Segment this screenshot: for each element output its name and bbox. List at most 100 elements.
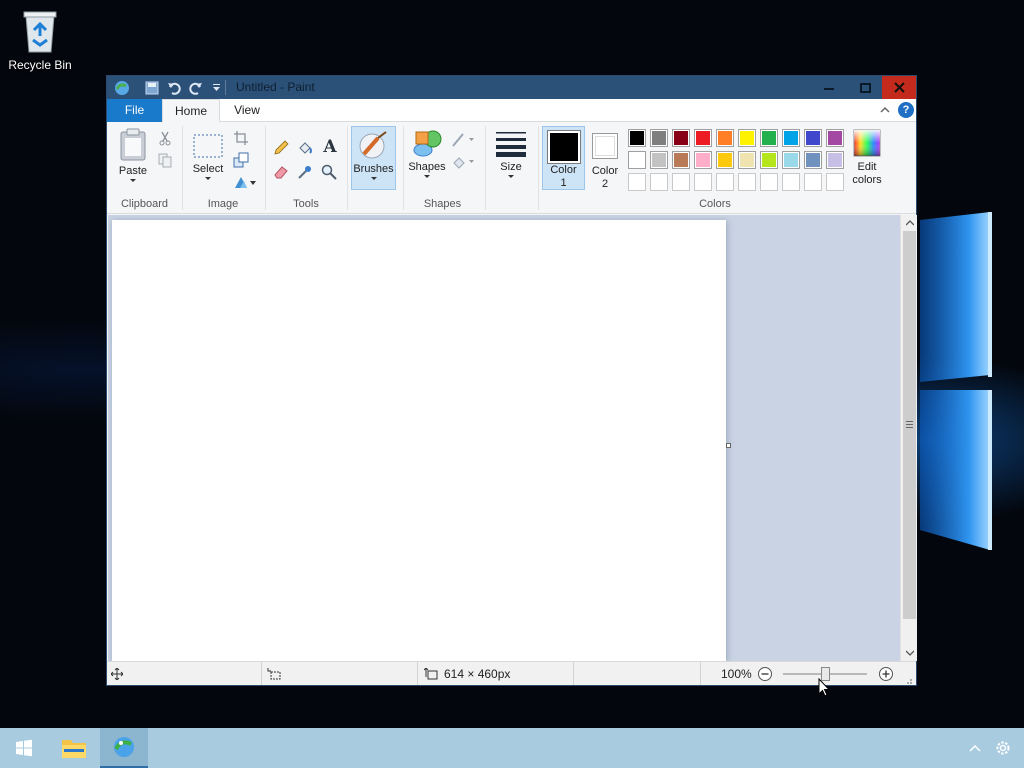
maximize-button[interactable] <box>848 76 882 99</box>
scroll-up-icon[interactable] <box>901 215 918 231</box>
palette-swatch[interactable] <box>826 151 844 169</box>
palette-swatch[interactable] <box>760 151 778 169</box>
palette-swatch[interactable] <box>782 129 800 147</box>
palette-swatch-color <box>696 153 710 167</box>
edit-colors-label-line1: Edit <box>857 161 877 173</box>
palette-swatch-color <box>762 131 776 145</box>
palette-swatch-color <box>630 131 644 145</box>
scroll-down-icon[interactable] <box>901 645 918 661</box>
palette-swatch[interactable] <box>782 151 800 169</box>
eraser-icon[interactable] <box>273 164 289 180</box>
palette-swatch-color <box>652 175 666 189</box>
palette-swatch[interactable] <box>628 129 646 147</box>
scrollbar-thumb[interactable] <box>903 231 916 619</box>
palette-swatch-color <box>784 131 798 145</box>
color2-button[interactable]: Color 2 <box>587 130 623 190</box>
palette-swatch[interactable] <box>716 173 734 191</box>
palette-swatch[interactable] <box>826 173 844 191</box>
crop-icon[interactable] <box>233 130 249 146</box>
palette-swatch[interactable] <box>782 173 800 191</box>
canvas-resize-handle-right[interactable] <box>726 443 731 448</box>
zoom-in-icon[interactable] <box>878 666 894 685</box>
size-dropdown-icon <box>508 175 514 178</box>
undo-icon[interactable] <box>165 79 183 96</box>
title-bar[interactable]: Untitled - Paint <box>107 76 916 99</box>
color1-button[interactable]: Color 1 <box>542 126 585 190</box>
palette-swatch[interactable] <box>650 129 668 147</box>
show-hidden-icons-chevron-icon[interactable] <box>968 741 982 758</box>
help-button[interactable]: ? <box>898 102 914 118</box>
close-button[interactable] <box>882 76 916 99</box>
tab-home[interactable]: Home <box>162 99 220 123</box>
customize-quick-access-icon[interactable] <box>209 79 223 96</box>
resize-grip-icon[interactable] <box>904 674 913 684</box>
drawing-canvas[interactable] <box>112 220 726 661</box>
palette-swatch[interactable] <box>694 173 712 191</box>
color1-label-line1: Color <box>550 164 577 176</box>
palette-swatch-color <box>674 131 688 145</box>
color-picker-icon[interactable] <box>297 164 313 180</box>
resize-icon[interactable] <box>233 152 249 168</box>
windows-logo-wallpaper <box>920 212 992 550</box>
palette-swatch[interactable] <box>716 129 734 147</box>
palette-swatch[interactable] <box>738 129 756 147</box>
palette-swatch[interactable] <box>650 173 668 191</box>
paint-taskbar-button[interactable] <box>100 728 148 768</box>
minimize-ribbon-icon[interactable] <box>879 104 891 116</box>
palette-swatch-color <box>652 153 666 167</box>
palette-swatch[interactable] <box>694 151 712 169</box>
color1-label-line2: 1 <box>560 177 567 189</box>
palette-swatch[interactable] <box>804 129 822 147</box>
recycle-bin-shortcut[interactable]: Recycle Bin <box>6 8 74 72</box>
palette-swatch[interactable] <box>804 173 822 191</box>
shapes-dropdown-icon <box>424 175 430 178</box>
cursor-position-cell <box>107 662 262 685</box>
palette-swatch[interactable] <box>672 129 690 147</box>
select-button[interactable]: Select <box>191 132 225 180</box>
palette-swatch[interactable] <box>716 151 734 169</box>
palette-swatch[interactable] <box>804 151 822 169</box>
tab-view[interactable]: View <box>223 99 271 122</box>
palette-swatch-color <box>630 153 644 167</box>
copy-icon[interactable] <box>157 152 173 168</box>
cut-icon[interactable] <box>157 130 173 146</box>
file-explorer-taskbar-button[interactable] <box>50 728 98 768</box>
text-tool-icon[interactable]: A <box>321 138 339 156</box>
palette-swatch[interactable] <box>672 173 690 191</box>
palette-swatch-color <box>762 175 776 189</box>
outline-icon[interactable] <box>451 132 475 148</box>
tab-file[interactable]: File <box>107 99 162 122</box>
palette-swatch[interactable] <box>628 173 646 191</box>
palette-swatch[interactable] <box>672 151 690 169</box>
redo-icon[interactable] <box>187 79 205 96</box>
zoom-out-icon[interactable] <box>757 666 773 685</box>
palette-swatch[interactable] <box>738 151 756 169</box>
shapes-button[interactable]: Shapes <box>407 128 447 178</box>
edit-colors-button[interactable]: Edit colors <box>847 128 887 187</box>
fill-bucket-icon[interactable] <box>297 140 313 156</box>
start-button[interactable] <box>0 728 48 768</box>
vertical-scrollbar[interactable] <box>900 215 917 661</box>
settings-gear-icon[interactable] <box>994 739 1012 760</box>
pencil-icon[interactable] <box>273 140 289 156</box>
paint-app-icon[interactable] <box>113 79 131 96</box>
save-icon[interactable] <box>143 79 161 96</box>
palette-swatch[interactable] <box>628 151 646 169</box>
palette-swatch[interactable] <box>760 173 778 191</box>
paste-button[interactable]: Paste <box>115 128 151 182</box>
brushes-button[interactable]: Brushes <box>351 126 396 190</box>
palette-swatch[interactable] <box>650 151 668 169</box>
minimize-button[interactable] <box>812 76 846 99</box>
magnifier-icon[interactable] <box>321 164 337 180</box>
palette-swatch[interactable] <box>760 129 778 147</box>
size-button[interactable]: Size <box>491 128 531 178</box>
color1-swatch-frame <box>546 130 581 164</box>
fill-icon[interactable] <box>451 154 475 170</box>
rotate-icon[interactable] <box>233 174 257 190</box>
folder-icon <box>62 740 86 758</box>
palette-swatch[interactable] <box>826 129 844 147</box>
palette-swatch[interactable] <box>694 129 712 147</box>
palette-swatch-color <box>784 175 798 189</box>
palette-swatch[interactable] <box>738 173 756 191</box>
mouse-cursor-icon <box>818 678 830 697</box>
